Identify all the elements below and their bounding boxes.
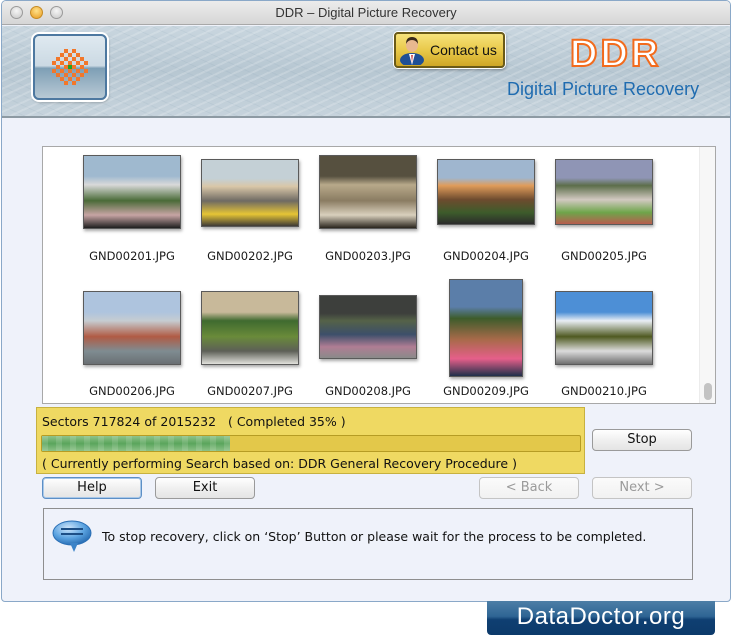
thumbnail-item[interactable]: GND00204.JPG bbox=[427, 147, 545, 277]
thumbnail-item[interactable]: GND00202.JPG bbox=[191, 147, 309, 277]
back-button[interactable]: < Back bbox=[479, 477, 579, 499]
info-message-box: To stop recovery, click on ‘Stop’ Button… bbox=[43, 508, 693, 580]
thumbnail-image[interactable] bbox=[201, 159, 299, 227]
thumbnail-item[interactable]: GND00208.JPG bbox=[309, 282, 427, 412]
thumbnail-image[interactable] bbox=[555, 291, 653, 365]
datadoctor-brand-badge: DataDoctor.org bbox=[487, 601, 715, 635]
scrollbar-thumb[interactable] bbox=[704, 383, 712, 400]
thumbnail-filename: GND00204.JPG bbox=[443, 249, 529, 263]
thumbnail-item[interactable]: GND00210.JPG bbox=[545, 282, 663, 412]
thumbnail-filename: GND00203.JPG bbox=[325, 249, 411, 263]
thumbnail-filename: GND00201.JPG bbox=[89, 249, 175, 263]
vertical-scrollbar[interactable] bbox=[699, 147, 715, 403]
thumbnail-item[interactable]: GND00203.JPG bbox=[309, 147, 427, 277]
thumbnail-item[interactable]: GND00205.JPG bbox=[545, 147, 663, 277]
thumbnail-filename: GND00210.JPG bbox=[561, 384, 647, 398]
zoom-window-button[interactable] bbox=[50, 6, 63, 19]
minimize-window-button[interactable] bbox=[30, 6, 43, 19]
thumbnail-item[interactable]: GND00201.JPG bbox=[73, 147, 191, 277]
next-button[interactable]: Next > bbox=[592, 477, 692, 499]
exit-button[interactable]: Exit bbox=[155, 477, 255, 499]
thumbnail-grid: GND00201.JPG GND00202.JPG GND00203.JPG GND0… bbox=[43, 147, 699, 403]
help-button[interactable]: Help bbox=[42, 477, 142, 499]
progress-bar-fill bbox=[42, 436, 231, 451]
thumbnail-filename: GND00209.JPG bbox=[443, 384, 529, 398]
stop-button[interactable]: Stop bbox=[592, 429, 692, 451]
thumbnail-filename: GND00208.JPG bbox=[325, 384, 411, 398]
thumbnail-filename: GND00202.JPG bbox=[207, 249, 293, 263]
thumbnail-image[interactable] bbox=[555, 159, 653, 225]
speech-bubble-icon bbox=[52, 519, 94, 553]
thumbnail-item[interactable]: GND00209.JPG bbox=[427, 279, 545, 412]
app-window: DDR – Digital Picture Recovery Contact u… bbox=[1, 0, 731, 602]
ddr-brand-logo: DDR bbox=[569, 33, 662, 75]
window-title: DDR – Digital Picture Recovery bbox=[275, 5, 457, 20]
header-banner: Contact us DDR Digital Picture Recovery bbox=[2, 26, 730, 118]
thumbnail-image[interactable] bbox=[449, 279, 523, 377]
thumbnail-filename: GND00205.JPG bbox=[561, 249, 647, 263]
progress-bar bbox=[41, 435, 581, 452]
contact-us-label: Contact us bbox=[430, 42, 497, 58]
thumbnail-image[interactable] bbox=[201, 291, 299, 365]
close-window-button[interactable] bbox=[10, 6, 23, 19]
thumbnail-item[interactable]: GND00206.JPG bbox=[73, 282, 191, 412]
businessman-icon bbox=[399, 35, 425, 67]
thumbnail-image[interactable] bbox=[83, 291, 181, 365]
recovery-status-text: ( Currently performing Search based on: … bbox=[42, 456, 517, 471]
app-logo bbox=[33, 34, 107, 100]
thumbnail-item[interactable]: GND00207.JPG bbox=[191, 282, 309, 412]
thumbnail-filename: GND00206.JPG bbox=[89, 384, 175, 398]
thumbnail-image[interactable] bbox=[319, 295, 417, 359]
contact-us-button[interactable]: Contact us bbox=[394, 32, 505, 68]
thumbnail-image[interactable] bbox=[319, 155, 417, 229]
thumbnail-filename: GND00207.JPG bbox=[207, 384, 293, 398]
title-bar: DDR – Digital Picture Recovery bbox=[2, 1, 730, 25]
recovered-files-panel: GND00201.JPG GND00202.JPG GND00203.JPG GND0… bbox=[42, 146, 716, 404]
thumbnail-image[interactable] bbox=[437, 159, 535, 225]
ddr-checker-logo-icon bbox=[52, 49, 88, 85]
info-message-text: To stop recovery, click on ‘Stop’ Button… bbox=[102, 529, 647, 544]
sectors-progress-text: Sectors 717824 of 2015232 ( Completed 35… bbox=[42, 414, 346, 429]
product-name: Digital Picture Recovery bbox=[507, 79, 700, 99]
thumbnail-image[interactable] bbox=[83, 155, 181, 229]
window-controls bbox=[10, 6, 63, 19]
progress-panel: Sectors 717824 of 2015232 ( Completed 35… bbox=[36, 407, 585, 474]
